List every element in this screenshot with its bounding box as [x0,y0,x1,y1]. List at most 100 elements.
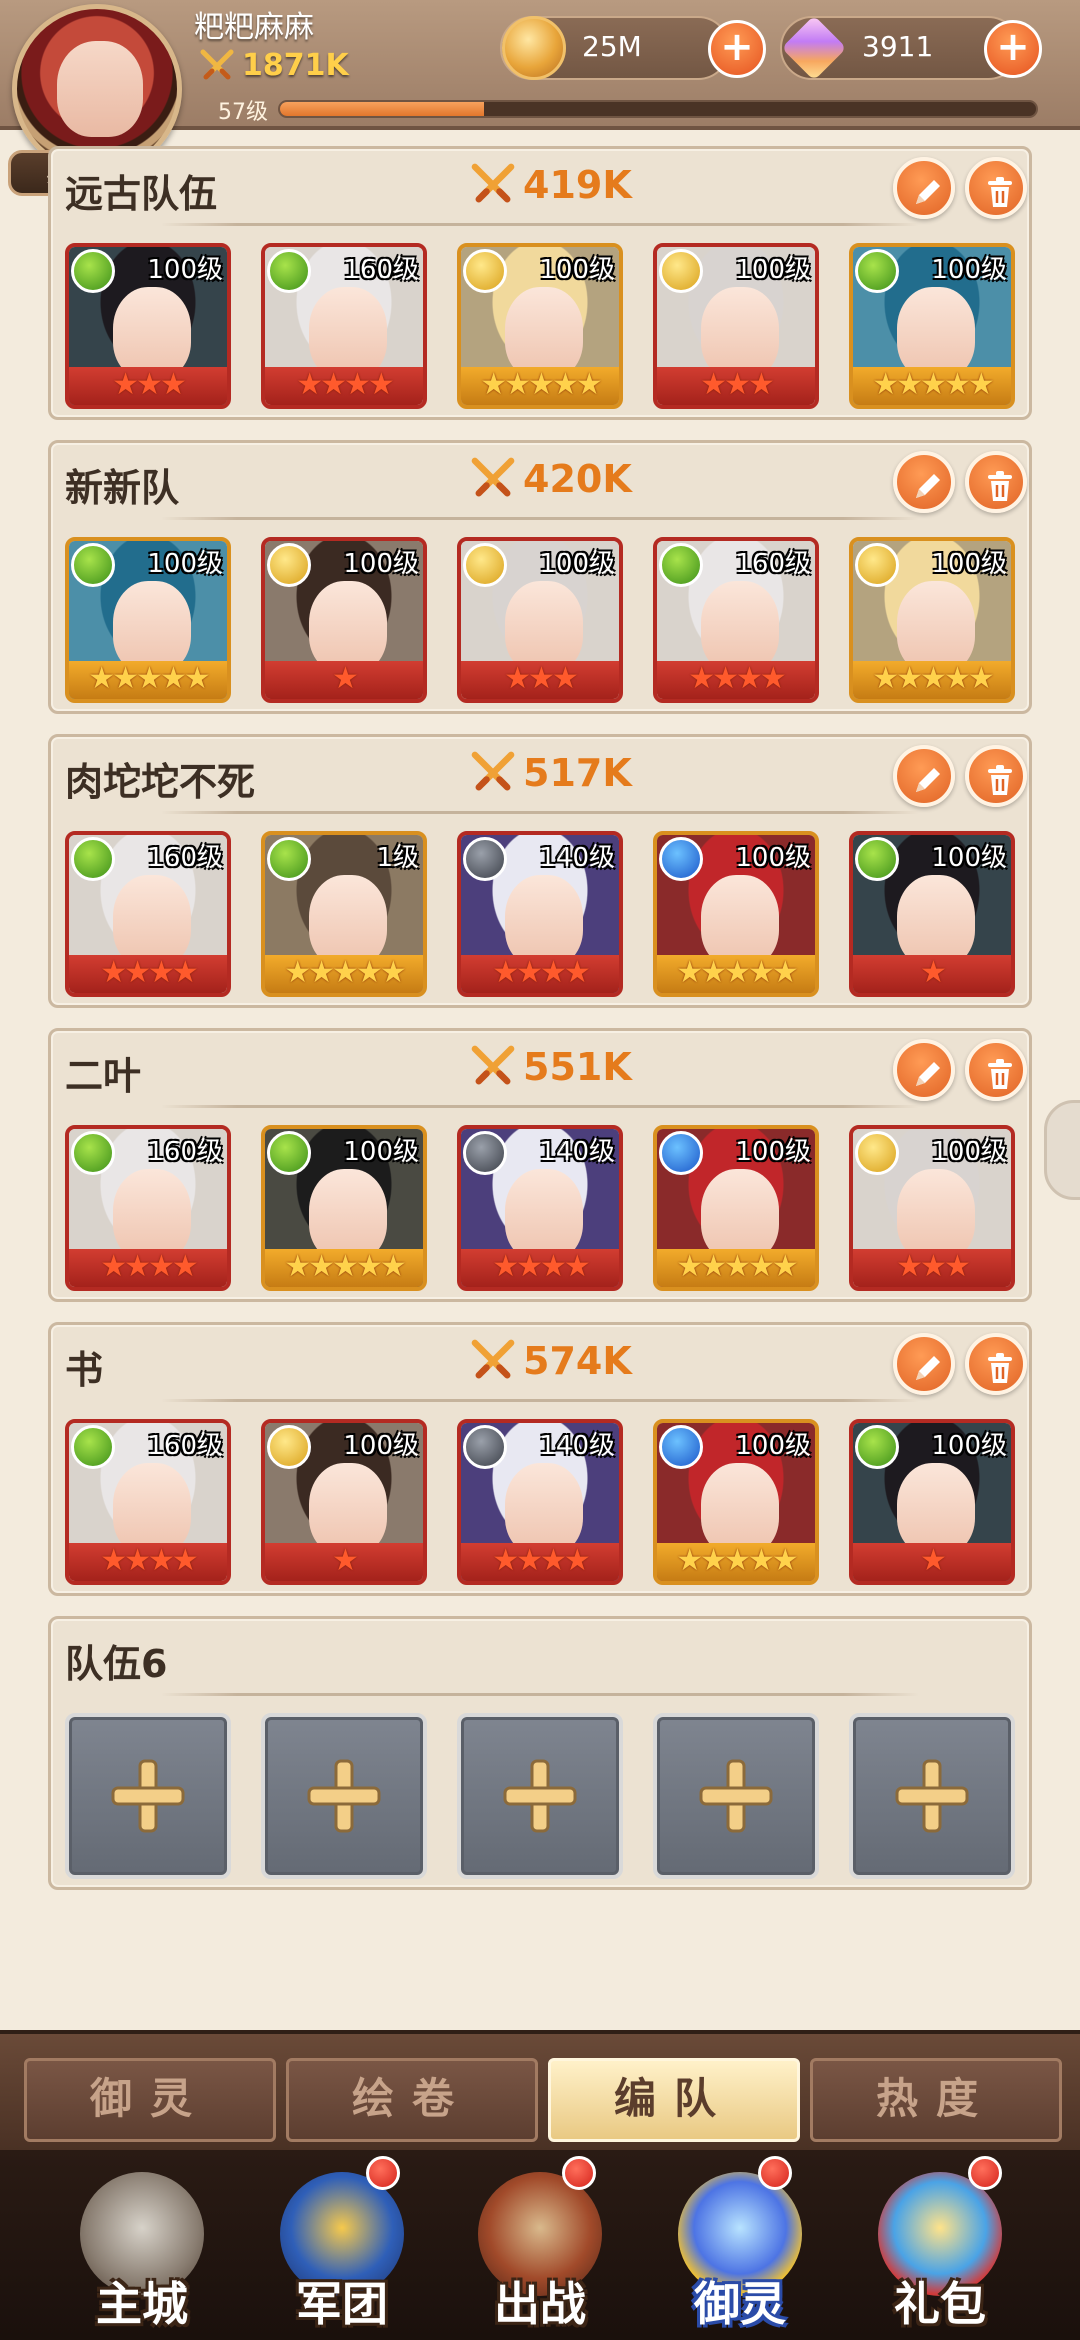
hero-level: 100级 [735,1431,811,1461]
hero-slot[interactable]: 100级 ★★★★★ [261,1125,427,1291]
hero-slot[interactable]: 100级 ★★★★★ [65,537,231,703]
delete-team-button[interactable] [965,451,1027,513]
hero-slot[interactable]: 100级 ★ [849,1419,1015,1585]
edit-team-button[interactable] [893,1333,955,1395]
hero-level: 100级 [931,1137,1007,1167]
hero-level: 1级 [376,843,419,873]
team-power-value: 551K [523,1045,632,1089]
delete-team-button[interactable] [965,745,1027,807]
edit-team-button[interactable] [893,745,955,807]
hero-slot[interactable]: 100级 ★ [849,831,1015,997]
nav-item[interactable]: 军团 [242,2150,442,2340]
divider [161,1105,919,1108]
hero-slot[interactable]: 100级 ★★★★★ [653,1125,819,1291]
gem-amount: 3911 [862,30,934,63]
hero-level: 160级 [147,1431,223,1461]
web-faction-icon [463,837,507,881]
hero-slot[interactable]: 100级 ★★★★★ [653,1419,819,1585]
hero-slot[interactable]: 160级 ★★★★ [261,243,427,409]
tab-1[interactable]: 绘卷 [286,2058,538,2142]
hero-slot[interactable]: 100级 ★ [261,537,427,703]
hero-slot[interactable]: 140级 ★★★★ [457,1125,623,1291]
hero-slot[interactable]: 1级 ★★★★★ [261,831,427,997]
hero-face [309,1169,387,1261]
team-panel: 远古队伍 419K 100级 ★★★ 160级 ★★★★ 100级 ★★★★★ … [48,146,1032,420]
tab-2[interactable]: 编队 [548,2058,800,2142]
hero-slot[interactable]: 100级 ★★★ [457,537,623,703]
crossed-swords-icon [471,163,515,203]
hero-face [897,875,975,967]
edit-team-button[interactable] [893,157,955,219]
tab-0[interactable]: 御灵 [24,2058,276,2142]
hero-slot[interactable]: 100级 ★★★★★ [653,831,819,997]
nav-item[interactable]: 御灵 [640,2150,840,2340]
team-name: 书 [65,1348,104,1392]
hero-face [505,875,583,967]
hero-slot[interactable]: 140级 ★★★★ [457,831,623,997]
delete-team-button[interactable] [965,157,1027,219]
hero-slot[interactable]: 100级 ★★★ [653,243,819,409]
hero-slot[interactable]: 100级 ★★★ [849,1125,1015,1291]
hero-slot[interactable]: 100级 ★★★★★ [849,537,1015,703]
empty-hero-slot[interactable] [653,1713,819,1879]
avatar-portrait [57,41,143,137]
nav-label: 主城 [96,2277,188,2331]
sun-faction-icon [267,1425,311,1469]
edit-team-button[interactable] [893,451,955,513]
divider [161,223,919,226]
hero-face [309,581,387,673]
hero-star-rating: ★★★★ [100,1543,199,1578]
empty-hero-slot[interactable] [65,1713,231,1879]
nav-item[interactable]: 出战 [440,2150,640,2340]
leaf-faction-icon [267,1131,311,1175]
hero-level: 100级 [931,843,1007,873]
empty-hero-slot[interactable] [457,1713,623,1879]
hero-star-rating: ★ [332,661,359,696]
empty-hero-slot[interactable] [261,1713,427,1879]
trash-icon [988,471,1012,501]
plus-icon [895,1759,969,1833]
pencil-icon [916,768,940,792]
hero-star-rating: ★★★★ [100,955,199,990]
hero-slot[interactable]: 140级 ★★★★ [457,1419,623,1585]
add-gems-button[interactable]: + [984,20,1042,78]
hero-star-rating: ★★★★ [100,1249,199,1284]
nav-item[interactable]: 礼包 [840,2150,1040,2340]
hero-face [309,287,387,379]
tab-3[interactable]: 热度 [810,2058,1062,2142]
main-navigation: 主城 军团 出战 御灵 礼包 [0,2150,1080,2340]
gem-icon [781,15,847,81]
hero-face [897,581,975,673]
hero-level: 100级 [343,1431,419,1461]
hero-slot[interactable]: 100级 ★★★ [65,243,231,409]
hero-face [113,1463,191,1555]
team-name: 远古队伍 [65,172,218,216]
crossed-swords-icon [471,457,515,497]
hero-slot[interactable]: 100级 ★★★★★ [849,243,1015,409]
hero-slot[interactable]: 160级 ★★★★ [65,831,231,997]
side-expand-handle[interactable] [1044,1100,1080,1200]
divider [161,1693,919,1696]
hero-slot[interactable]: 100级 ★★★★★ [457,243,623,409]
hero-level: 100级 [539,549,615,579]
delete-team-button[interactable] [965,1333,1027,1395]
hero-slot[interactable]: 160级 ★★★★ [65,1125,231,1291]
hero-slot[interactable]: 100级 ★ [261,1419,427,1585]
hero-star-rating: ★★★★★ [872,367,995,402]
hero-face [897,1463,975,1555]
hero-face [701,875,779,967]
hero-face [113,581,191,673]
crossed-swords-icon [200,49,234,79]
hero-level: 160级 [147,1137,223,1167]
empty-hero-slot[interactable] [849,1713,1015,1879]
edit-team-button[interactable] [893,1039,955,1101]
leaf-faction-icon [267,249,311,293]
hero-star-rating: ★★★★ [492,1249,591,1284]
add-coins-button[interactable]: + [708,20,766,78]
notification-dot [366,2156,400,2190]
divider [161,1399,919,1402]
nav-item[interactable]: 主城 [42,2150,242,2340]
hero-slot[interactable]: 160级 ★★★★ [65,1419,231,1585]
hero-slot[interactable]: 160级 ★★★★ [653,537,819,703]
delete-team-button[interactable] [965,1039,1027,1101]
